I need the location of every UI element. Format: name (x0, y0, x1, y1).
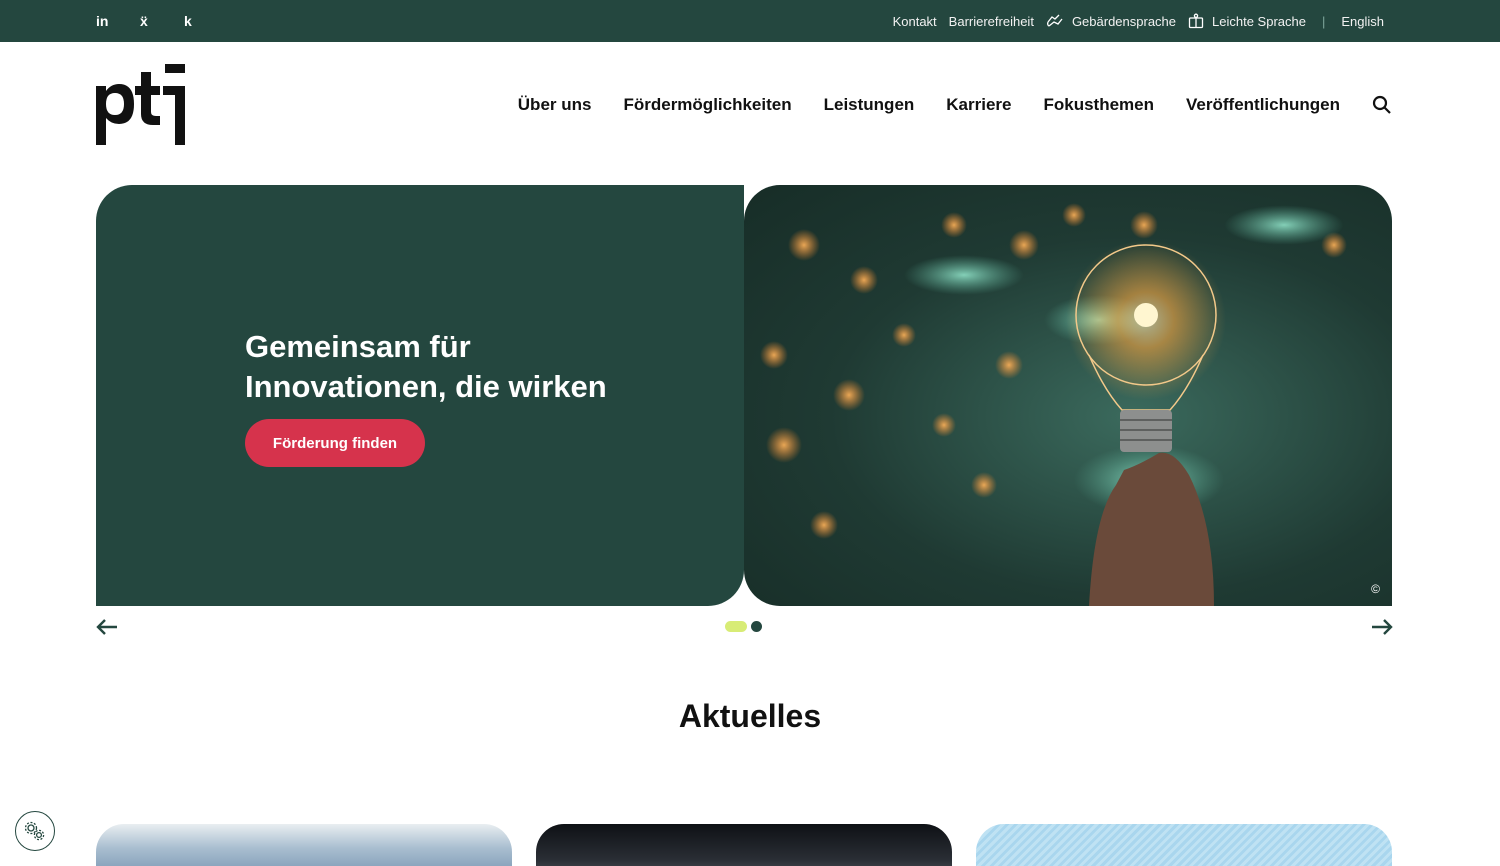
slider-pagination (725, 621, 762, 632)
news-card-2[interactable] (536, 824, 952, 866)
separator: | (1321, 13, 1326, 29)
lightbulb-image (760, 203, 1347, 606)
gears-icon (24, 821, 45, 841)
kontakt-link[interactable]: Kontakt (893, 14, 937, 29)
section-title-aktuelles: Aktuelles (678, 698, 822, 734)
barrierefreiheit-link[interactable]: Barrierefreiheit (949, 14, 1034, 29)
hero-slider: Gemeinsam für Innovationen, die wirken F… (96, 185, 1392, 606)
copyright-icon[interactable]: © (1371, 582, 1380, 596)
cookie-settings-button[interactable] (15, 811, 55, 851)
leichte-sprache-label: Leichte Sprache (1212, 13, 1306, 29)
foerderung-finden-button[interactable]: Förderung finden (245, 419, 425, 467)
top-bar: in ẍ k Kontakt Barrierefreiheit Gebärden… (0, 0, 1500, 42)
news-card-1[interactable] (96, 824, 512, 866)
english-link[interactable]: English (1341, 14, 1384, 29)
ptj-logo[interactable] (96, 64, 188, 146)
nav-item-leistungen[interactable]: Leistungen (824, 95, 915, 115)
slider-dot-1[interactable] (725, 621, 747, 632)
gebaerdensprache-link[interactable]: Gebärdensprache (1046, 13, 1176, 29)
arrow-left-icon[interactable] (95, 617, 119, 637)
nav-item-veroeffentlichungen[interactable]: Veröffentlichungen (1186, 95, 1340, 115)
hero-text-panel: Gemeinsam für Innovationen, die wirken F… (96, 185, 744, 606)
nav-item-fokusthemen[interactable]: Fokusthemen (1044, 95, 1155, 115)
arrow-right-icon[interactable] (1370, 617, 1394, 637)
social-links: in ẍ k (96, 0, 228, 42)
search-icon[interactable] (1372, 95, 1392, 115)
gebaerdensprache-label: Gebärdensprache (1071, 13, 1177, 29)
news-card-3[interactable] (976, 824, 1392, 866)
kununu-icon[interactable]: k (184, 0, 228, 42)
slider-dot-2[interactable] (751, 621, 762, 632)
main-nav: Über uns Fördermöglichkeiten Leistungen … (486, 88, 1392, 122)
nav-item-ueber-uns[interactable]: Über uns (518, 95, 592, 115)
utility-nav: Kontakt Barrierefreiheit Gebärdensprache… (881, 0, 1384, 42)
sign-language-icon (1046, 14, 1063, 27)
leichte-sprache-link[interactable]: Leichte Sprache (1188, 13, 1306, 29)
nav-item-foerdermoeglichkeiten[interactable]: Fördermöglichkeiten (623, 95, 791, 115)
hero-image: © (744, 185, 1392, 606)
xing-icon[interactable]: ẍ (140, 0, 184, 42)
logo-mark (96, 64, 185, 145)
easy-language-icon (1188, 13, 1204, 29)
hero-title: Gemeinsam für Innovationen, die wirken (245, 329, 607, 404)
linkedin-icon[interactable]: in (96, 0, 140, 42)
nav-item-karriere[interactable]: Karriere (946, 95, 1011, 115)
